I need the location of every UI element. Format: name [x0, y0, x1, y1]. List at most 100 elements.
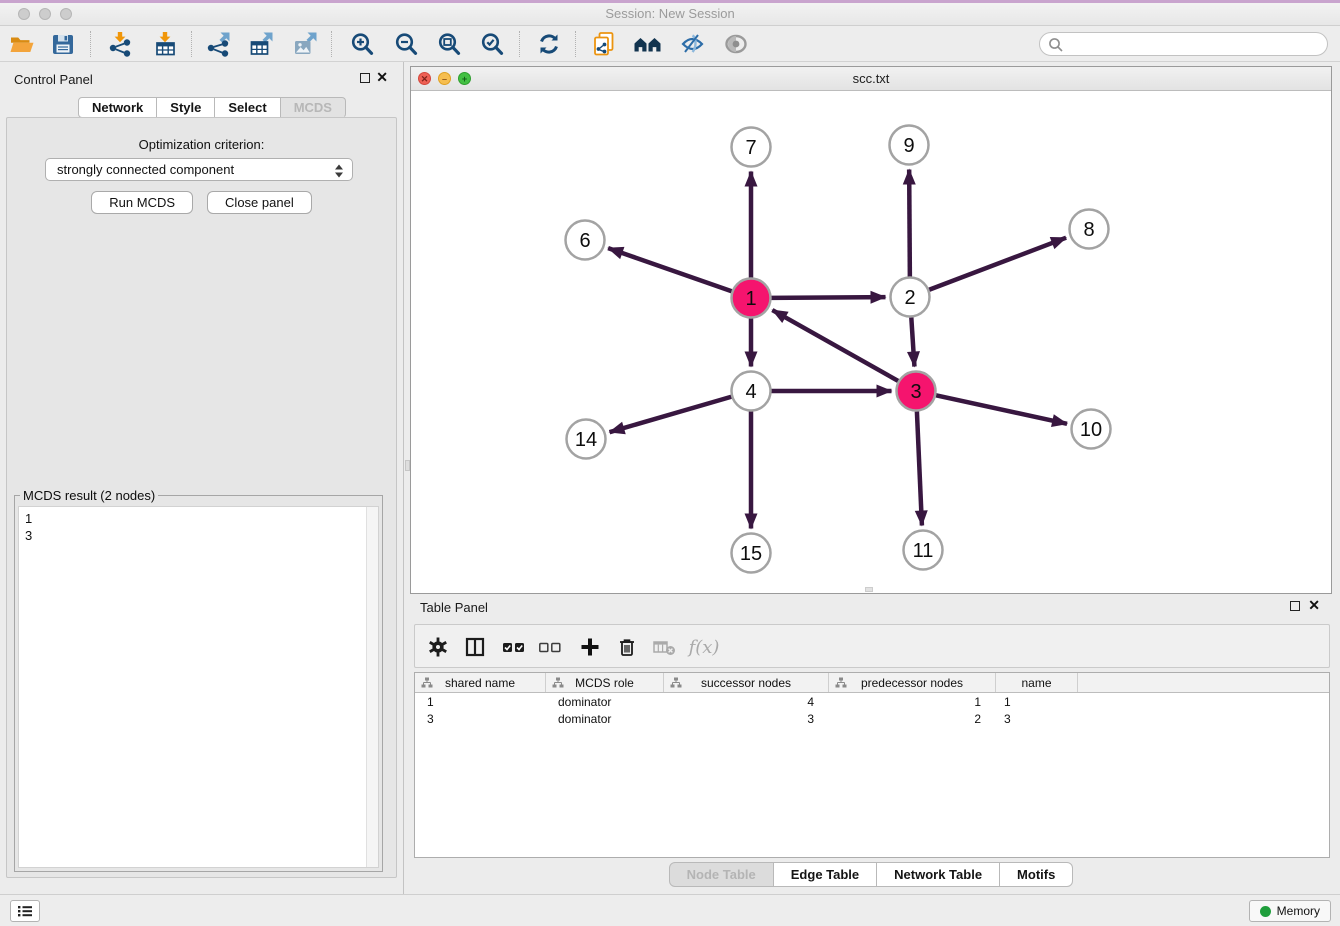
- graph-edge-2-9[interactable]: [909, 169, 910, 276]
- visual-style-icon[interactable]: [677, 29, 707, 59]
- memory-button[interactable]: Memory: [1249, 900, 1331, 922]
- column-header-MCDS-role[interactable]: MCDS role: [546, 673, 664, 692]
- mcds-result-box[interactable]: 13: [18, 506, 379, 868]
- frame-maximize-button[interactable]: +: [458, 72, 471, 85]
- tab-network-table[interactable]: Network Table: [877, 862, 1000, 887]
- toolbar-separator: [191, 31, 192, 57]
- graph-edge-1-6[interactable]: [608, 248, 732, 291]
- export-network-icon[interactable]: [203, 29, 233, 59]
- memory-label: Memory: [1277, 904, 1320, 918]
- save-session-icon[interactable]: [48, 29, 78, 59]
- column-header-name[interactable]: name: [996, 673, 1078, 692]
- export-table-icon[interactable]: [246, 29, 276, 59]
- mcds-result-scrollbar[interactable]: [366, 507, 378, 867]
- duplicate-network-icon[interactable]: [589, 29, 619, 59]
- delete-columns-icon[interactable]: [615, 635, 639, 659]
- delete-table-icon: [652, 635, 676, 659]
- mcds-result-line: 1: [25, 510, 32, 527]
- refresh-layout-icon[interactable]: [534, 29, 564, 59]
- tab-mcds[interactable]: MCDS: [281, 97, 346, 118]
- import-table-icon[interactable]: [150, 29, 180, 59]
- zoom-in-icon[interactable]: [347, 29, 377, 59]
- column-header-filler: [1078, 673, 1329, 692]
- frame-minimize-button[interactable]: –: [438, 72, 451, 85]
- optimization-criterion-dropdown[interactable]: strongly connected component: [45, 158, 353, 181]
- mcds-panel: Optimization criterion: strongly connect…: [6, 117, 397, 878]
- cell-predecessor-nodes[interactable]: 2: [829, 712, 996, 726]
- cell-successor-nodes[interactable]: 3: [664, 712, 829, 726]
- zoom-out-icon[interactable]: [391, 29, 421, 59]
- graph-node-label-3: 3: [910, 381, 921, 403]
- toolbar-separator: [519, 31, 520, 57]
- cell-name[interactable]: 3: [996, 712, 1078, 726]
- graph-edge-2-8[interactable]: [929, 238, 1066, 290]
- select-all-columns-icon[interactable]: [502, 635, 526, 659]
- network-canvas[interactable]: 7968124314101511: [411, 91, 1331, 593]
- close-panel-icon[interactable]: ✕: [376, 69, 388, 85]
- graph-edge-2-3[interactable]: [911, 317, 914, 366]
- cell-predecessor-nodes[interactable]: 1: [829, 695, 996, 709]
- graph-edge-3-10[interactable]: [936, 395, 1067, 423]
- cell-shared-name[interactable]: 1: [415, 695, 546, 709]
- table-row[interactable]: 3dominator323: [415, 710, 1329, 727]
- tab-edge-table[interactable]: Edge Table: [774, 862, 877, 887]
- show-hide-graphics-icon[interactable]: [721, 29, 751, 59]
- graph-edge-3-1[interactable]: [772, 310, 898, 381]
- cell-successor-nodes[interactable]: 4: [664, 695, 829, 709]
- graph-edge-3-11[interactable]: [917, 411, 922, 525]
- network-overview-icon[interactable]: [633, 29, 663, 59]
- network-frame-titlebar[interactable]: ✕ – + scc.txt: [411, 67, 1331, 91]
- unselect-all-columns-icon[interactable]: [538, 635, 562, 659]
- task-history-button[interactable]: [10, 900, 40, 922]
- window-title: Session: New Session: [0, 6, 1340, 21]
- tab-style[interactable]: Style: [157, 97, 215, 118]
- dropdown-stepper-icon: [334, 163, 344, 177]
- frame-close-button[interactable]: ✕: [418, 72, 431, 85]
- search-input[interactable]: [1068, 34, 1318, 54]
- cell-MCDS-role[interactable]: dominator: [546, 712, 664, 726]
- app-titlebar: Session: New Session: [0, 0, 1340, 26]
- export-image-icon[interactable]: [290, 29, 320, 59]
- close-panel-button[interactable]: Close panel: [207, 191, 312, 214]
- show-columns-icon[interactable]: [463, 635, 487, 659]
- mcds-result-lines: 13: [25, 510, 32, 544]
- graph-node-label-2: 2: [904, 287, 915, 309]
- add-column-icon[interactable]: [578, 635, 602, 659]
- graph-node-label-10: 10: [1080, 419, 1102, 441]
- tab-network[interactable]: Network: [78, 97, 157, 118]
- table-toolbar: f(x): [414, 624, 1330, 668]
- tab-motifs[interactable]: Motifs: [1000, 862, 1073, 887]
- column-header-successor-nodes[interactable]: successor nodes: [664, 673, 829, 692]
- table-row[interactable]: 1dominator411: [415, 693, 1329, 710]
- cell-name[interactable]: 1: [996, 695, 1078, 709]
- cell-shared-name[interactable]: 3: [415, 712, 546, 726]
- cell-MCDS-role[interactable]: dominator: [546, 695, 664, 709]
- panel-split-divider[interactable]: [403, 62, 410, 894]
- graph-svg: 7968124314101511: [411, 91, 1331, 593]
- column-header-label: name: [1021, 676, 1051, 690]
- graph-node-label-11: 11: [913, 540, 934, 562]
- graph-edge-4-14[interactable]: [610, 397, 732, 432]
- open-session-icon[interactable]: [7, 29, 37, 59]
- table-header-row: shared nameMCDS role successor nodes prede…: [415, 673, 1329, 693]
- graph-edge-1-2[interactable]: [771, 297, 885, 298]
- float-panel-icon[interactable]: [360, 73, 370, 83]
- graph-node-label-15: 15: [740, 543, 762, 565]
- frame-resize-grip[interactable]: [865, 587, 873, 592]
- tab-node-table[interactable]: Node Table: [669, 862, 774, 887]
- tab-select[interactable]: Select: [215, 97, 280, 118]
- settings-icon[interactable]: [426, 635, 450, 659]
- run-mcds-button[interactable]: Run MCDS: [91, 191, 193, 214]
- column-header-predecessor-nodes[interactable]: predecessor nodes: [829, 673, 996, 692]
- import-network-icon[interactable]: [105, 29, 135, 59]
- control-panel: Control Panel ✕ NetworkStyleSelectMCDS O…: [0, 62, 403, 894]
- column-header-shared-name[interactable]: shared name: [415, 673, 546, 692]
- mcds-result-title: MCDS result (2 nodes): [20, 488, 158, 503]
- zoom-selected-icon[interactable]: [477, 29, 507, 59]
- close-table-panel-icon[interactable]: ✕: [1308, 597, 1320, 613]
- search-field[interactable]: [1039, 32, 1328, 56]
- table-tabs: Node TableEdge TableNetwork TableMotifs: [410, 862, 1332, 887]
- float-table-panel-icon[interactable]: [1290, 601, 1300, 611]
- column-header-label: successor nodes: [701, 676, 791, 690]
- zoom-fit-icon[interactable]: [434, 29, 464, 59]
